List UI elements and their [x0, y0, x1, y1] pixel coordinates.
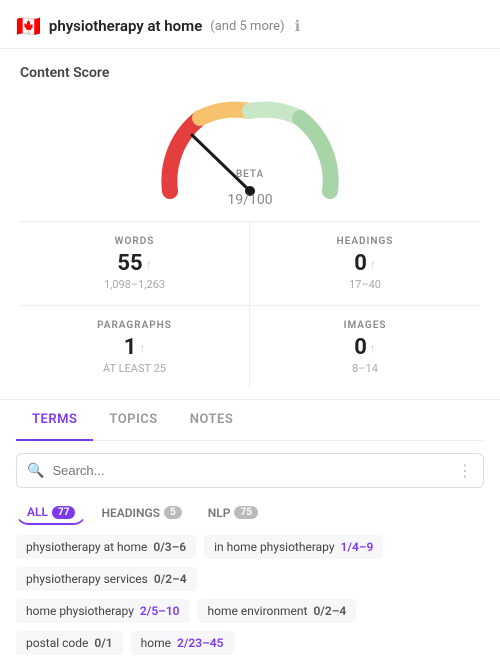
stat-paragraphs: PARAGRAPHS 1 ↑ AT LEAST 25 — [20, 305, 250, 389]
headings-arrow-icon: ↑ — [370, 257, 376, 271]
header-more[interactable]: (and 5 more) — [210, 19, 284, 34]
terms-row-2: home physiotherapy 2/5–10 home environme… — [0, 599, 500, 631]
list-item[interactable]: postal code 0/1 — [16, 631, 123, 655]
term-name: home physiotherapy — [26, 604, 134, 618]
stat-words-range: 1,098–1,263 — [36, 278, 233, 291]
filter-tab-headings[interactable]: HEADINGS 5 — [90, 501, 192, 525]
filter-tab-nlp-label: NLP — [208, 506, 231, 520]
stat-images: IMAGES 0 ↑ 8–14 — [250, 305, 480, 389]
stat-headings-label: HEADINGS — [266, 236, 464, 247]
tabs-section: TERMS TOPICS NOTES — [0, 399, 500, 441]
gauge-score-suffix: /100 — [243, 192, 272, 208]
stat-headings-value: 0 ↑ — [266, 251, 464, 276]
stat-images-label: IMAGES — [266, 320, 464, 331]
header: 🇨🇦 physiotherapy at home (and 5 more) ℹ — [0, 0, 500, 49]
content-score-section: Content Score BETA 19/100 WORDS — [0, 49, 500, 399]
term-count: 1/4–9 — [341, 540, 374, 554]
stat-words-label: WORDS — [36, 236, 233, 247]
filter-badge-nlp: 75 — [234, 506, 257, 519]
stat-words: WORDS 55 ↑ 1,098–1,263 — [20, 222, 250, 305]
stat-paragraphs-range: AT LEAST 25 — [36, 362, 233, 375]
tab-topics[interactable]: TOPICS — [93, 400, 173, 441]
content-score-title: Content Score — [20, 65, 480, 81]
info-icon[interactable]: ℹ — [295, 17, 301, 35]
list-item[interactable]: in home physiotherapy 1/4–9 — [204, 535, 383, 559]
filter-tab-all[interactable]: ALL 77 — [16, 500, 86, 525]
gauge-beta-label: BETA — [227, 169, 272, 180]
list-item[interactable]: home 2/23–45 — [131, 631, 234, 655]
tab-notes[interactable]: NOTES — [174, 400, 250, 441]
images-arrow-icon: ↑ — [370, 341, 376, 355]
stats-grid: WORDS 55 ↑ 1,098–1,263 HEADINGS 0 ↑ 17–4… — [20, 221, 480, 389]
list-item[interactable]: home physiotherapy 2/5–10 — [16, 599, 190, 623]
gauge-label: BETA 19/100 — [227, 169, 272, 211]
stat-headings-range: 17–40 — [266, 278, 464, 291]
term-name: home environment — [208, 604, 308, 618]
terms-row: physiotherapy at home 0/3–6 in home phys… — [0, 535, 500, 599]
stat-words-value: 55 ↑ — [36, 251, 233, 276]
term-count: 0/2–4 — [154, 572, 187, 586]
stat-images-range: 8–14 — [266, 362, 464, 375]
term-count: 0/1 — [94, 636, 112, 650]
filter-tab-headings-label: HEADINGS — [101, 506, 160, 520]
list-item[interactable]: home environment 0/2–4 — [198, 599, 357, 623]
stat-images-value: 0 ↑ — [266, 335, 464, 360]
gauge-score: 19/100 — [227, 180, 272, 211]
filter-badge-all: 77 — [52, 506, 75, 519]
term-count: 0/3–6 — [153, 540, 186, 554]
search-menu-icon[interactable]: ⋮ — [457, 461, 473, 480]
terms-row-3: postal code 0/1 home 2/23–45 — [0, 631, 500, 663]
filter-tab-all-label: ALL — [27, 505, 48, 519]
filter-tabs: ALL 77 HEADINGS 5 NLP 75 — [0, 500, 500, 535]
search-input[interactable] — [52, 463, 449, 478]
term-name: physiotherapy services — [26, 572, 148, 586]
tabs: TERMS TOPICS NOTES — [16, 400, 484, 441]
tab-terms[interactable]: TERMS — [16, 400, 93, 441]
words-arrow-icon: ↑ — [146, 257, 152, 271]
search-row: 🔍 ⋮ — [16, 453, 484, 488]
header-title: physiotherapy at home — [49, 17, 202, 35]
term-name: home — [141, 636, 171, 650]
flag-icon: 🇨🇦 — [16, 14, 41, 38]
stat-paragraphs-label: PARAGRAPHS — [36, 320, 233, 331]
term-count: 0/2–4 — [313, 604, 346, 618]
filter-tab-nlp[interactable]: NLP 75 — [197, 501, 269, 525]
list-item[interactable]: physiotherapy services 0/2–4 — [16, 567, 197, 591]
term-count: 2/5–10 — [140, 604, 180, 618]
filter-badge-headings: 5 — [164, 506, 182, 519]
term-name: postal code — [26, 636, 88, 650]
paragraphs-arrow-icon: ↑ — [139, 341, 145, 355]
list-item[interactable]: physiotherapy at home 0/3–6 — [16, 535, 196, 559]
term-name: physiotherapy at home — [26, 540, 147, 554]
gauge-container: BETA 19/100 — [20, 91, 480, 211]
term-count: 2/23–45 — [177, 636, 223, 650]
term-name: in home physiotherapy — [214, 540, 334, 554]
stat-headings: HEADINGS 0 ↑ 17–40 — [250, 222, 480, 305]
stat-paragraphs-value: 1 ↑ — [36, 335, 233, 360]
search-icon: 🔍 — [27, 463, 44, 479]
